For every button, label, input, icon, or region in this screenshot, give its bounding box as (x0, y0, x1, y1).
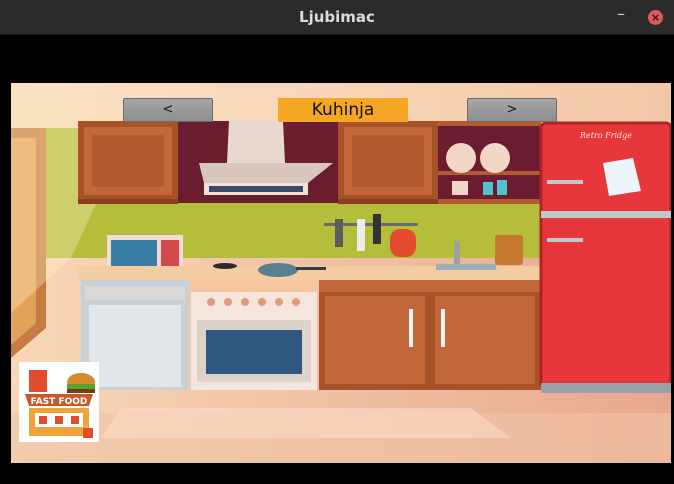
close-icon[interactable]: × (648, 10, 663, 25)
room-name: Kuhinja (278, 98, 408, 122)
window-title: Ljubimac (299, 8, 375, 26)
next-room-button[interactable]: > (467, 98, 557, 122)
game-area: Retro Fridge < Kuhinja > FAST FOOD (0, 35, 674, 484)
cutting-board (495, 235, 523, 265)
fast-food-button[interactable]: FAST FOOD (19, 362, 99, 442)
kitchen-scene: Retro Fridge (11, 83, 671, 463)
range-hood (227, 121, 285, 163)
window-titlebar: Ljubimac – × (0, 0, 674, 35)
minimize-icon[interactable]: – (614, 6, 628, 23)
fast-food-sign: FAST FOOD (31, 397, 88, 407)
oven-mitt (390, 229, 416, 257)
frying-pan (258, 263, 298, 277)
plate (446, 143, 476, 173)
fridge-brand: Retro Fridge (579, 131, 632, 140)
prev-room-button[interactable]: < (123, 98, 213, 122)
